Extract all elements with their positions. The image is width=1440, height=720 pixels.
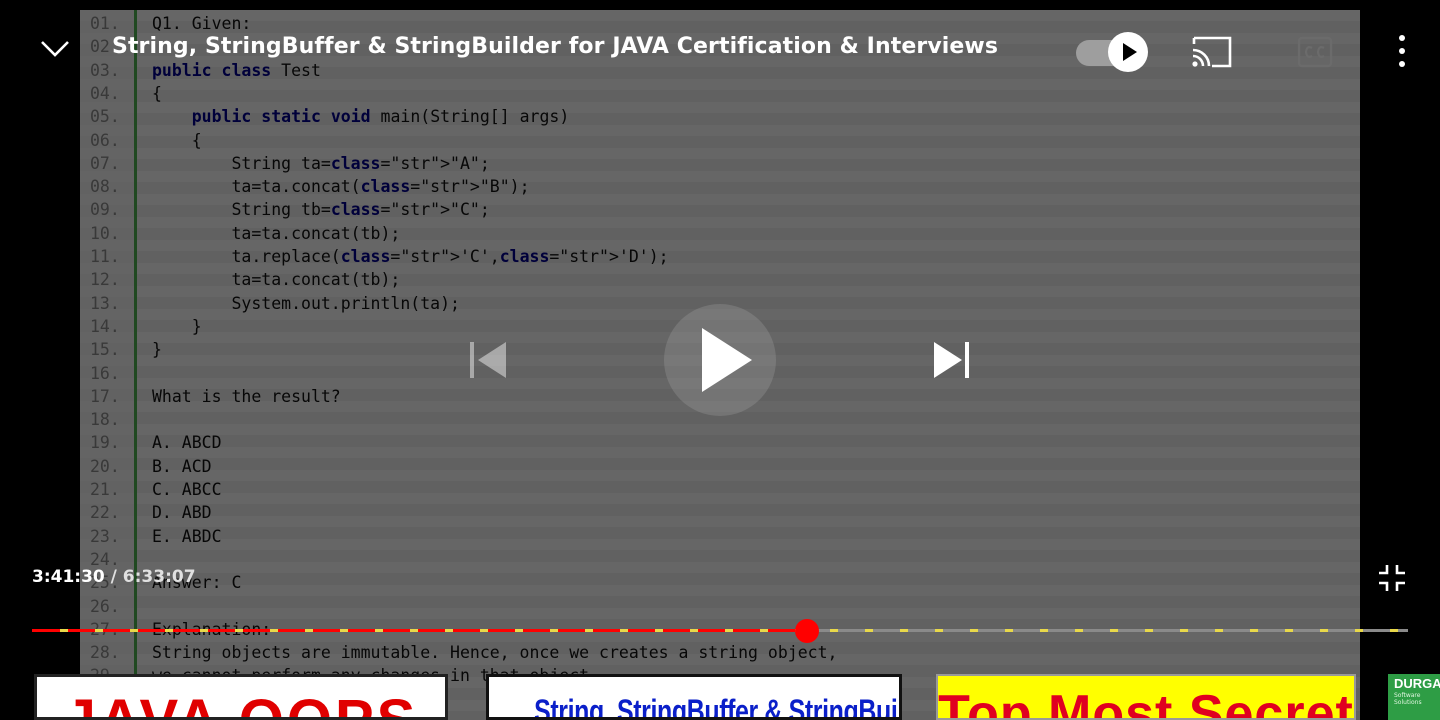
previous-video-button[interactable] [468, 340, 508, 380]
thumbnail-label: JAVA OOPS [37, 687, 445, 717]
chapter-marker [550, 629, 558, 632]
related-video-thumbnail[interactable]: String, StringBuffer & StringBuilder [486, 674, 902, 720]
chapter-marker [60, 629, 68, 632]
cast-icon [1192, 36, 1232, 68]
play-button[interactable] [664, 304, 776, 416]
chapter-marker [865, 629, 873, 632]
thumbnail-label: Top Most Secret [938, 685, 1354, 720]
chapter-marker [375, 629, 383, 632]
duration: 6:33:07 [122, 567, 196, 587]
chapter-markers [60, 629, 1398, 632]
chapter-marker [970, 629, 978, 632]
chapter-marker [620, 629, 628, 632]
chapter-marker [305, 629, 313, 632]
chapter-marker [830, 629, 838, 632]
chapter-marker [725, 629, 733, 632]
related-video-thumbnail[interactable]: DURGA Software Solutions [1388, 674, 1440, 720]
chapter-marker [1390, 629, 1398, 632]
chapter-marker [445, 629, 453, 632]
skip-previous-icon [470, 342, 506, 378]
chapter-marker [1355, 629, 1363, 632]
chapter-marker [1320, 629, 1328, 632]
time-separator: / [104, 567, 123, 587]
progress-scrubber[interactable] [795, 619, 820, 643]
more-vertical-icon [1399, 35, 1405, 67]
autoplay-toggle[interactable] [1076, 32, 1150, 72]
chapter-marker [1250, 629, 1258, 632]
exit-fullscreen-button[interactable] [1376, 562, 1408, 594]
captions-icon [1297, 36, 1333, 68]
related-video-thumbnail[interactable]: Top Most Secret [936, 674, 1356, 720]
video-title: String, StringBuffer & StringBuilder for… [112, 34, 999, 59]
chapter-marker [690, 629, 698, 632]
chapter-marker [95, 629, 103, 632]
chapter-marker [1145, 629, 1153, 632]
chapter-marker [270, 629, 278, 632]
chapter-marker [1110, 629, 1118, 632]
chapter-marker [1285, 629, 1293, 632]
chapter-marker [1005, 629, 1013, 632]
chapter-marker [515, 629, 523, 632]
chapter-marker [1180, 629, 1188, 632]
chapter-marker [760, 629, 768, 632]
chapter-marker [585, 629, 593, 632]
chapter-marker [480, 629, 488, 632]
related-video-thumbnail[interactable]: JAVA OOPS [34, 674, 448, 720]
time-display: 3:41:30 / 6:33:07 [32, 567, 196, 587]
play-icon [1123, 43, 1137, 61]
chapter-marker [410, 629, 418, 632]
thumbnail-sublabel: Software Solutions [1394, 692, 1422, 706]
skip-next-icon [934, 342, 969, 378]
next-video-button[interactable] [932, 340, 972, 380]
thumbnail-label: String, StringBuffer & StringBuilder [534, 693, 902, 720]
chapter-marker [165, 629, 173, 632]
chevron-down-icon [41, 41, 69, 57]
more-options-button[interactable] [1394, 34, 1410, 70]
chapter-marker [235, 629, 243, 632]
chapter-marker [340, 629, 348, 632]
chapter-marker [655, 629, 663, 632]
current-time: 3:41:30 [32, 567, 105, 587]
chapter-marker [200, 629, 208, 632]
autoplay-knob [1108, 32, 1148, 72]
progress-bar[interactable] [32, 629, 1408, 632]
captions-button[interactable] [1297, 36, 1333, 68]
chapter-marker [935, 629, 943, 632]
chapter-marker [1040, 629, 1048, 632]
chapter-marker [1075, 629, 1083, 632]
exit-fullscreen-icon [1379, 565, 1405, 591]
play-icon [702, 328, 752, 392]
cast-button[interactable] [1190, 34, 1234, 70]
chapter-marker [900, 629, 908, 632]
chapter-marker [1215, 629, 1223, 632]
chapter-marker [130, 629, 138, 632]
thumbnail-label: DURGA [1394, 676, 1440, 691]
collapse-button[interactable] [38, 34, 72, 62]
